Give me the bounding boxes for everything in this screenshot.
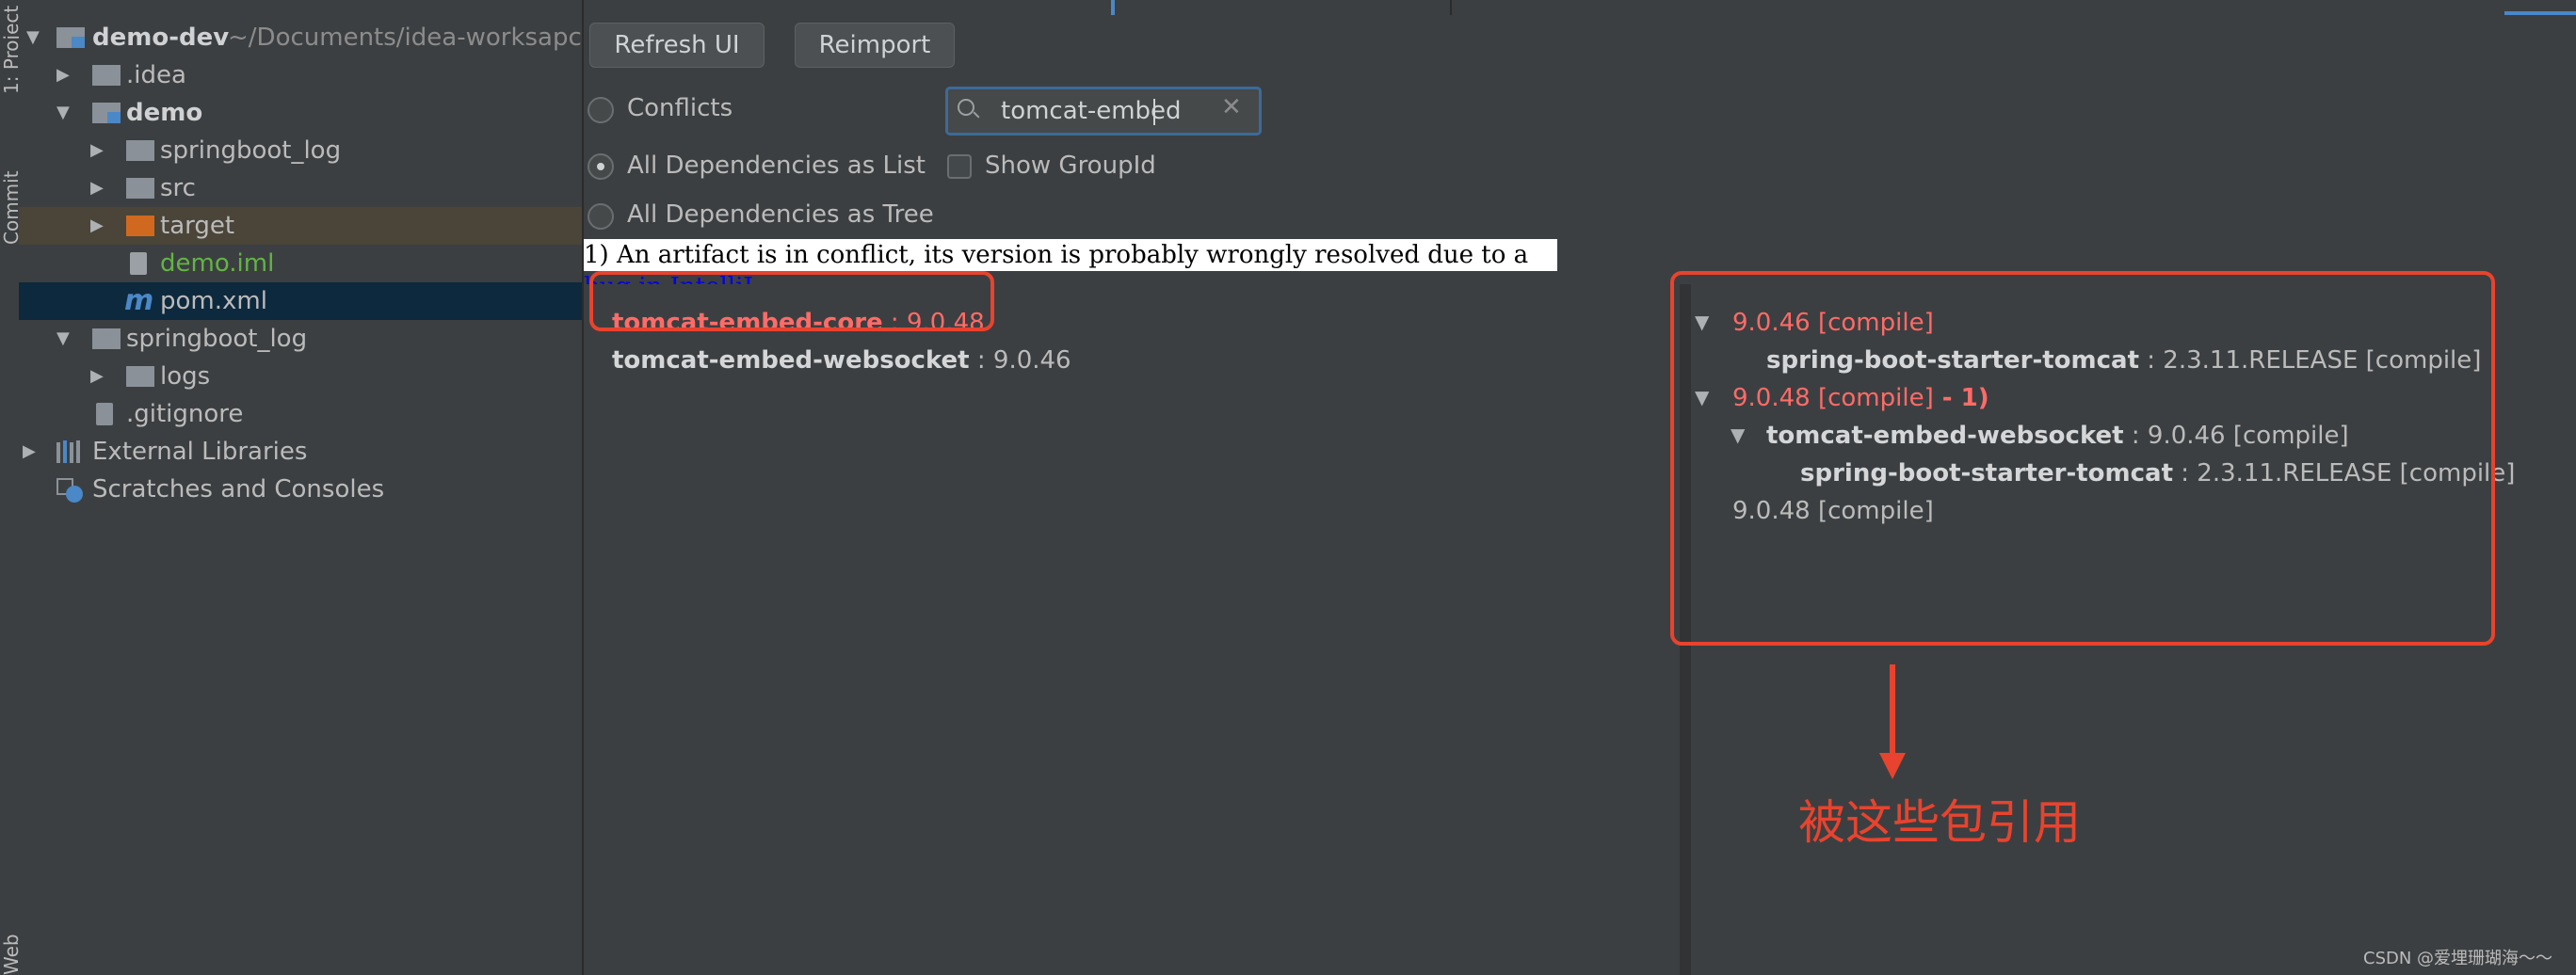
chevron-right-icon[interactable]: ▶ (56, 56, 73, 94)
tree-item-path: ~/Documents/idea-worksapce (228, 24, 584, 52)
arrow-down-icon (1879, 753, 1906, 779)
folder-icon (92, 65, 121, 86)
as-list-label: All Dependencies as List (627, 152, 926, 180)
tree-item-label: target (160, 212, 235, 240)
chevron-down-icon[interactable]: ▼ (56, 320, 73, 358)
tree-item-label: .idea (126, 61, 186, 89)
tree-item-label: demo-dev (92, 24, 230, 52)
as-tree-label: All Dependencies as Tree (627, 200, 934, 229)
dependency-list: tomcat-embed-core : 9.0.48 tomcat-embed-… (584, 284, 1682, 975)
tree-item-pom-xml[interactable]: m pom.xml (19, 282, 582, 320)
text-caret (1153, 99, 1155, 125)
conflicts-radio[interactable] (588, 97, 614, 123)
note-text: 1) An artifact is in conflict, its versi… (584, 241, 1529, 269)
chevron-down-icon[interactable]: ▼ (56, 94, 73, 132)
folder-icon (126, 140, 154, 161)
tool-window-strip: 1: Project Commit Web (0, 0, 23, 975)
artifact-version: : 9.0.46 (969, 346, 1071, 375)
highlight-box-right (1670, 271, 2495, 646)
folder-icon (126, 366, 154, 387)
watermark: CSDN @爱埋珊瑚海～～ (2363, 949, 2553, 968)
conflicts-label: Conflicts (627, 94, 733, 122)
tree-item-external-libraries[interactable]: ▶ External Libraries (19, 433, 582, 471)
tree-item-demo[interactable]: ▼ demo (19, 94, 582, 132)
tab-web[interactable]: Web (0, 932, 23, 975)
artifact-name: tomcat-embed-websocket (612, 346, 970, 375)
tree-item-label: .gitignore (126, 400, 244, 428)
reimport-button[interactable]: Reimport (795, 23, 955, 68)
search-icon (958, 99, 974, 116)
chevron-right-icon[interactable]: ▶ (90, 132, 107, 169)
search-field[interactable]: tomcat-embed ✕ (945, 87, 1262, 136)
show-groupid-label: Show GroupId (985, 152, 1156, 180)
excluded-folder-icon (126, 216, 154, 236)
annotation-text: 被这些包引用 (1798, 795, 2081, 850)
folder-icon (92, 328, 121, 349)
tree-item-springboot-log-root[interactable]: ▼ springboot_log (19, 320, 582, 358)
chevron-right-icon[interactable]: ▶ (23, 433, 40, 471)
tree-item-springboot-log[interactable]: ▶ springboot_log (19, 132, 582, 169)
tab-commit[interactable]: Commit (0, 141, 23, 245)
tree-item-label: src (160, 174, 196, 202)
conflict-note: 1) An artifact is in conflict, its versi… (584, 239, 1557, 301)
list-item[interactable]: tomcat-embed-websocket : 9.0.46 (612, 346, 1071, 375)
tree-item-label: demo (126, 99, 203, 127)
tree-item-label: demo.iml (160, 249, 275, 278)
folder-icon (126, 178, 154, 199)
module-folder-icon (56, 27, 85, 48)
tab-indicator (1111, 0, 1115, 15)
search-icon-handle (973, 111, 980, 119)
show-groupid-checkbox[interactable] (947, 154, 972, 179)
as-tree-radio[interactable] (588, 203, 614, 230)
tree-item-target[interactable]: ▶ target (19, 207, 582, 245)
tree-item-label: pom.xml (160, 287, 267, 315)
tree-item-logs[interactable]: ▶ logs (19, 358, 582, 395)
highlight-box-left (589, 271, 994, 331)
iml-file-icon (130, 252, 147, 275)
tree-item-gitignore[interactable]: .gitignore (19, 395, 582, 433)
tree-item-demo-iml[interactable]: demo.iml (19, 245, 582, 282)
gitignore-file-icon (96, 403, 113, 425)
scratches-icon (56, 478, 83, 503)
tree-item-idea[interactable]: ▶ .idea (19, 56, 582, 94)
tab-divider (1450, 0, 1452, 15)
project-panel: ▼ demo-dev ~/Documents/idea-worksapce ▶ … (19, 0, 584, 975)
library-icon (56, 440, 83, 463)
tree-item-label: Scratches and Consoles (92, 475, 385, 503)
tree-item-scratches[interactable]: Scratches and Consoles (19, 471, 582, 508)
clear-icon[interactable]: ✕ (1221, 93, 1242, 121)
as-list-radio[interactable] (588, 153, 614, 180)
refresh-ui-button[interactable]: Refresh UI (589, 23, 765, 68)
chevron-right-icon[interactable]: ▶ (90, 207, 107, 245)
chevron-down-icon[interactable]: ▼ (26, 19, 43, 56)
chevron-right-icon[interactable]: ▶ (90, 169, 107, 207)
module-folder-icon (92, 103, 121, 123)
tree-item-label: springboot_log (160, 136, 342, 165)
tab-project[interactable]: 1: Project (0, 0, 23, 94)
chevron-right-icon[interactable]: ▶ (90, 358, 107, 395)
tree-item-demo-dev[interactable]: ▼ demo-dev ~/Documents/idea-worksapce (19, 19, 582, 56)
maven-icon: m (124, 284, 154, 317)
tree-item-label: logs (160, 362, 211, 391)
arrow-shaft (1890, 664, 1895, 762)
tree-item-label: External Libraries (92, 438, 308, 466)
tree-item-label: springboot_log (126, 325, 308, 353)
tree-item-src[interactable]: ▶ src (19, 169, 582, 207)
